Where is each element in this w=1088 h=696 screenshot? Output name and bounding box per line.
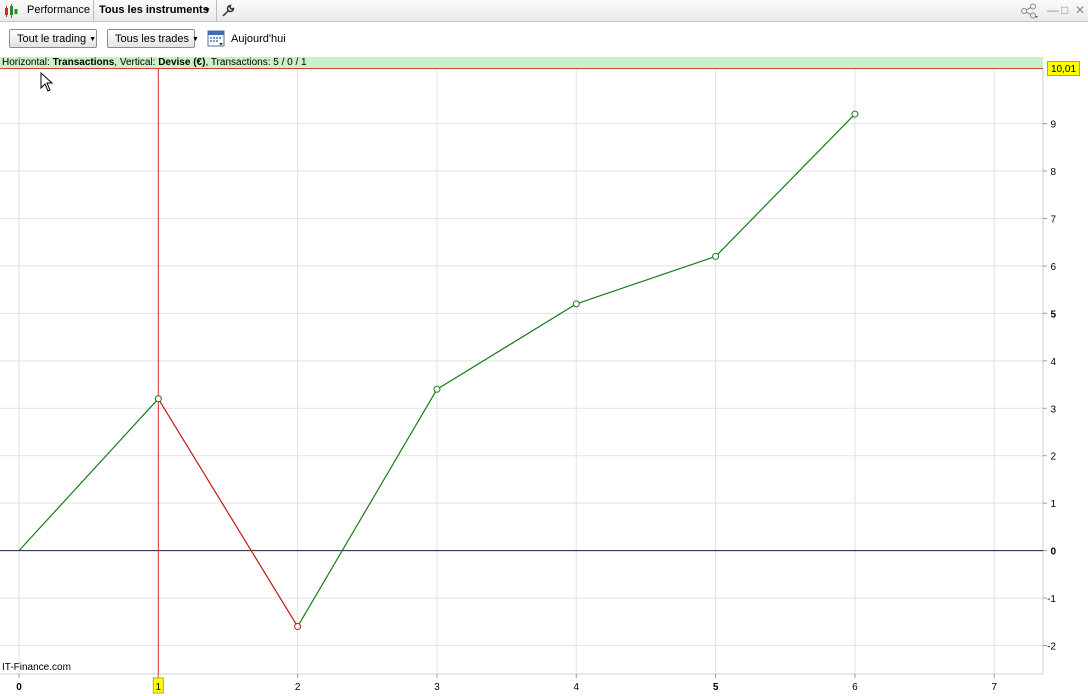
y-tick-label: 4	[1050, 357, 1056, 368]
x-axis: 0 1 2 3 4 5 6 7	[16, 674, 997, 694]
y-tick-label: 2	[1050, 452, 1056, 463]
x-tick-label: 7	[991, 682, 997, 693]
gain-segment	[576, 255, 716, 305]
vertical-value: Devise (€)	[158, 57, 206, 68]
trade-point[interactable]	[851, 110, 859, 118]
trade-point[interactable]	[572, 300, 580, 308]
y-tick-label: 1	[1050, 499, 1056, 510]
gain-segment	[18, 398, 159, 552]
transactions-label: , Transactions:	[205, 57, 274, 68]
gain-segment	[297, 388, 438, 627]
x-tick-label: 4	[573, 682, 579, 693]
transactions-value: 5 / 0 / 1	[273, 57, 307, 68]
y-tick-label: 3	[1050, 404, 1056, 415]
horizontal-label: Horizontal:	[2, 57, 53, 68]
horizontal-value: Transactions	[52, 57, 115, 68]
y-axis: 9 8 7 6 5 4 3 2 1 0 -1 -2	[1043, 120, 1056, 653]
x-tick-label: 1	[156, 682, 162, 693]
credit-label: IT-Finance.com	[2, 662, 71, 673]
y-tick-label: 9	[1050, 120, 1056, 131]
grid	[0, 69, 1043, 674]
x-tick-label: 5	[713, 682, 719, 693]
trade-point[interactable]	[433, 385, 441, 393]
y-tick-label: -1	[1047, 594, 1056, 605]
y-tick-label: 0	[1050, 547, 1056, 558]
x-tick-label: 3	[434, 682, 440, 693]
gain-segment	[715, 113, 856, 257]
mouse-cursor-icon	[40, 72, 54, 92]
trade-point[interactable]	[712, 252, 720, 260]
y-tick-label: 6	[1050, 262, 1056, 273]
y-tick-label: 5	[1050, 309, 1056, 320]
x-tick-label: 0	[16, 682, 22, 693]
trade-points	[154, 110, 859, 631]
loss-segment	[157, 398, 299, 627]
chart-info-bar: Horizontal: Transactions, Vertical: Devi…	[0, 57, 1043, 69]
y-tick-label: 8	[1050, 167, 1056, 178]
trade-point[interactable]	[154, 395, 162, 403]
performance-chart[interactable]: 9 8 7 6 5 4 3 2 1 0 -1 -2 0 1 2 3 4 5 6 7	[0, 0, 1088, 696]
y-tick-label: -2	[1047, 642, 1056, 653]
gain-segment	[436, 303, 577, 390]
x-tick-label: 2	[295, 682, 301, 693]
trade-point[interactable]	[294, 623, 302, 631]
y-tick-label: 7	[1050, 214, 1056, 225]
vertical-label: , Vertical:	[114, 57, 159, 68]
x-tick-label: 6	[852, 682, 858, 693]
current-value-badge: 10,01	[1047, 61, 1080, 76]
